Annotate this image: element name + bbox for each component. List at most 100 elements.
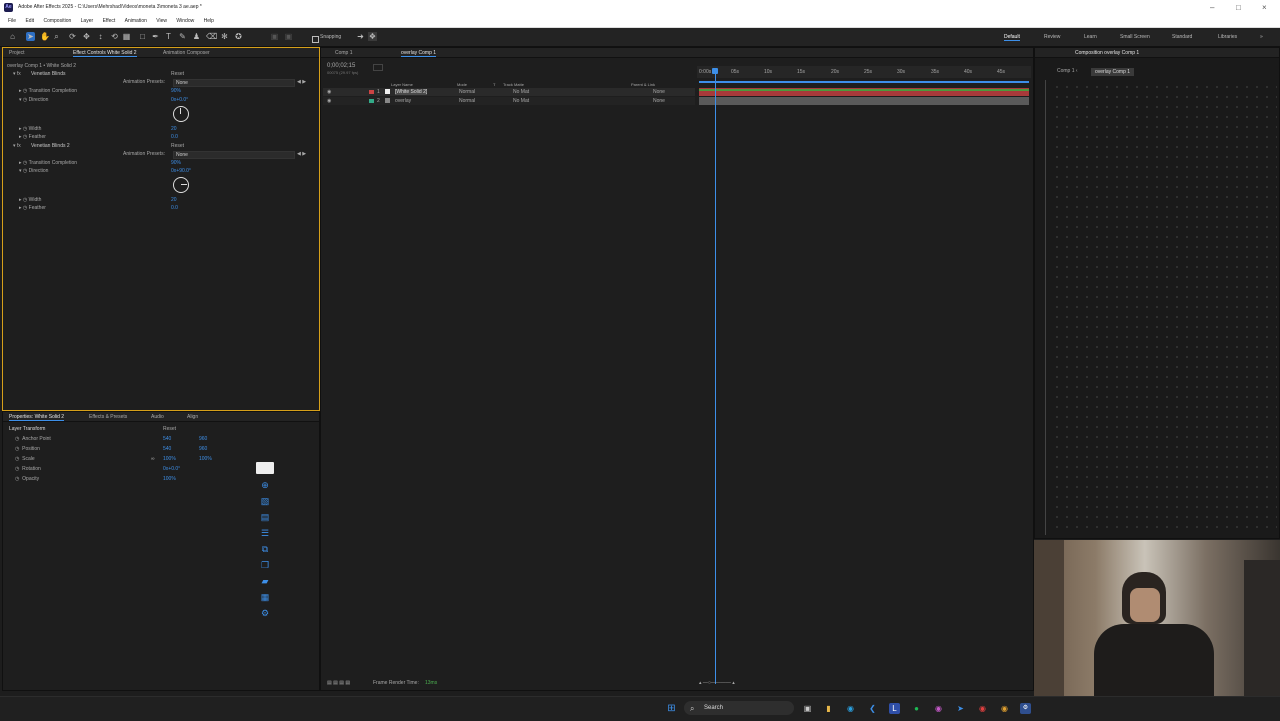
tab-animation-composer[interactable]: Animation Composer xyxy=(163,50,210,56)
file-icon[interactable]: ▰ xyxy=(258,575,272,587)
text-frame-icon[interactable]: ▤ xyxy=(258,511,272,523)
layer-mode[interactable]: Normal xyxy=(459,89,475,95)
feather-value-1[interactable]: 0.0 xyxy=(171,134,178,140)
constrain-proportions-icon[interactable]: ∞ xyxy=(151,456,155,462)
app-taskbar-icon[interactable]: L xyxy=(889,703,900,714)
direction-dial-2[interactable] xyxy=(173,177,189,193)
layer-parent[interactable]: None xyxy=(653,89,665,95)
hand-tool-icon[interactable]: ✋ xyxy=(40,32,50,41)
workspace-default[interactable]: Default xyxy=(1004,34,1020,41)
eraser-tool-icon[interactable]: ⌫ xyxy=(206,32,217,41)
time-ruler[interactable]: 0:00s 05s 10s 15s 20s 25s 30s 35s 40s 45… xyxy=(697,66,1031,78)
layer-transform-section[interactable]: Layer Transform xyxy=(9,426,45,432)
prop-direction-2[interactable]: ▾ ◷ Direction xyxy=(19,168,48,174)
prop-width-2[interactable]: ▸ ◷ Width xyxy=(19,197,41,203)
position-x[interactable]: 540 xyxy=(163,446,171,452)
transition-completion-value-2[interactable]: 90% xyxy=(171,160,181,166)
edge-browser-icon[interactable]: ◉ xyxy=(845,703,856,714)
workspace-overflow-icon[interactable]: » xyxy=(1260,34,1263,40)
dolly-tool-icon[interactable]: ↕ xyxy=(96,32,105,41)
feather-value-2[interactable]: 0.0 xyxy=(171,205,178,211)
layers-icon[interactable]: ⧉ xyxy=(258,543,272,555)
rotation-value[interactable]: 0x+0.0° xyxy=(163,466,180,472)
clipboard-icon[interactable]: ▧ xyxy=(258,495,272,507)
preset-nav-arrows-icon[interactable]: ◀ ▶ xyxy=(297,79,306,85)
task-view-icon[interactable]: ▣ xyxy=(802,703,813,714)
workspace-learn[interactable]: Learn xyxy=(1084,34,1097,40)
effect-reset-2[interactable]: Reset xyxy=(171,143,184,149)
effect-name-1[interactable]: Venetian Blinds xyxy=(31,71,65,77)
animation-presets-dropdown-2[interactable]: None xyxy=(173,151,295,159)
prop-transition-completion-1[interactable]: ▸ ◷ Transition Completion xyxy=(19,88,77,94)
comp-breadcrumb[interactable]: overlay Comp 1 xyxy=(1091,68,1135,76)
menu-composition[interactable]: Composition xyxy=(43,16,71,27)
tab-overlay-comp-1[interactable]: overlay Comp 1 xyxy=(401,50,437,57)
selection-tool-icon[interactable]: ➤ xyxy=(26,32,35,41)
menu-file[interactable]: File xyxy=(8,16,16,27)
home-icon[interactable]: ⌂ xyxy=(8,32,17,41)
pen-tool-icon[interactable]: ✒ xyxy=(151,32,160,41)
timecode[interactable]: 0;00;02;15 xyxy=(327,63,355,69)
minimize-icon[interactable]: – xyxy=(1210,3,1214,12)
rectangle-tool-icon[interactable]: □ xyxy=(138,32,147,41)
snap-options-icon[interactable]: ➜ xyxy=(356,32,365,41)
work-area-bar[interactable] xyxy=(699,81,1029,83)
puppet-tool-icon[interactable]: ✪ xyxy=(234,32,243,41)
position-y[interactable]: 960 xyxy=(199,446,207,452)
prop-width-1[interactable]: ▸ ◷ Width xyxy=(19,126,41,132)
tab-project[interactable]: Project xyxy=(9,50,25,56)
effect-reset-1[interactable]: Reset xyxy=(171,71,184,77)
spotify-icon[interactable]: ● xyxy=(911,703,922,714)
direction-dial-1[interactable] xyxy=(173,106,189,122)
snapping-checkbox[interactable] xyxy=(312,36,319,43)
axis-world-icon[interactable]: ▣ xyxy=(284,32,293,41)
layer-mode[interactable]: Normal xyxy=(459,98,475,104)
anchor-point-x[interactable]: 540 xyxy=(163,436,171,442)
start-windows-icon[interactable]: ⊞ xyxy=(666,703,677,714)
label-color-swatch[interactable] xyxy=(369,99,374,103)
copy-icon[interactable]: ❐ xyxy=(258,559,272,571)
comp-flow-nav[interactable]: Comp 1 ‹ xyxy=(1057,68,1078,74)
layer-track-matte[interactable]: No Mat xyxy=(513,98,529,104)
tab-effect-controls[interactable]: Effect Controls White Solid 2 xyxy=(73,50,137,57)
effect-name-2[interactable]: Venetian Blinds 2 xyxy=(31,143,70,149)
anchor-point-y[interactable]: 960 xyxy=(199,436,207,442)
layer-parent[interactable]: None xyxy=(653,98,665,104)
menu-help[interactable]: Help xyxy=(204,16,214,27)
playhead-handle[interactable] xyxy=(712,68,718,74)
menu-view[interactable]: View xyxy=(156,16,167,27)
playhead[interactable] xyxy=(715,70,716,684)
tab-effects-presets[interactable]: Effects & Presets xyxy=(89,414,127,420)
chrome-icon[interactable]: ◉ xyxy=(977,703,988,714)
scale-y[interactable]: 100% xyxy=(199,456,212,462)
workspace-standard[interactable]: Standard xyxy=(1172,34,1192,40)
layer-row-2[interactable]: ◉ 2 overlay Normal No Mat None xyxy=(323,97,695,105)
prop-transition-completion-2[interactable]: ▸ ◷ Transition Completion xyxy=(19,160,77,166)
tab-comp-1[interactable]: Comp 1 xyxy=(335,50,353,56)
width-value-2[interactable]: 20 xyxy=(171,197,177,203)
effect-toggle-fx-2[interactable]: ▾ fx xyxy=(13,143,21,149)
width-value-1[interactable]: 20 xyxy=(171,126,177,132)
visibility-eye-icon[interactable]: ◉ xyxy=(327,98,331,104)
menu-edit[interactable]: Edit xyxy=(25,16,34,27)
axis-local-icon[interactable]: ▣ xyxy=(270,32,279,41)
messenger-icon[interactable]: ◉ xyxy=(933,703,944,714)
zoom-slider[interactable]: ▴ —○———— ▴ xyxy=(699,680,735,686)
orbit-tool-icon[interactable]: ⟳ xyxy=(68,32,77,41)
tab-composition[interactable]: Composition overlay Comp 1 xyxy=(1075,50,1139,56)
grid-icon[interactable]: ▦ xyxy=(258,591,272,603)
direction-value-2[interactable]: 0x+90.0° xyxy=(171,168,191,174)
tab-properties[interactable]: Properties: White Solid 2 xyxy=(9,414,65,421)
tab-audio[interactable]: Audio xyxy=(151,414,164,420)
rotate-tool-icon[interactable]: ⟲ xyxy=(110,32,119,41)
zoom-tool-icon[interactable]: ⌕ xyxy=(52,32,61,41)
clone-stamp-tool-icon[interactable]: ♟ xyxy=(192,32,201,41)
roto-brush-tool-icon[interactable]: ✻ xyxy=(220,32,229,41)
pan-behind-tool-icon[interactable]: ▦ xyxy=(122,32,131,41)
prop-direction-1[interactable]: ▾ ◷ Direction xyxy=(19,97,48,103)
maximize-icon[interactable]: □ xyxy=(1236,3,1241,12)
add-icon[interactable]: ⊕ xyxy=(258,479,272,491)
layer-name[interactable]: [White Solid 2] xyxy=(395,89,428,95)
menu-window[interactable]: Window xyxy=(176,16,194,27)
layer-search-input[interactable] xyxy=(373,64,383,71)
